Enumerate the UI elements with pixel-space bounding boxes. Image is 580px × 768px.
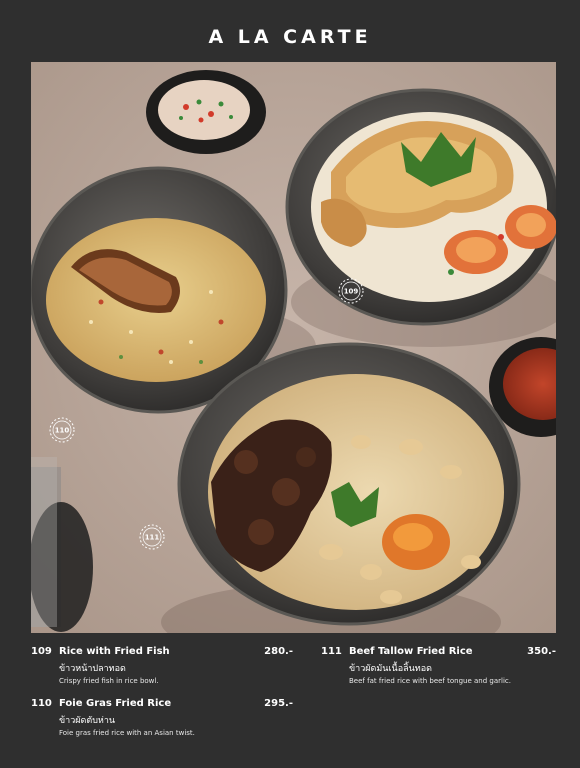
badge-111-label: 111 <box>145 534 160 542</box>
page-title: A LA CARTE <box>208 26 372 48</box>
item-number: 110 <box>31 698 52 709</box>
menu-item-111: 111 Beef Tallow Fried Rice 350.- ข้าวผัด… <box>321 646 556 694</box>
item-description: Foie gras fried rice with an Asian twist… <box>59 729 195 737</box>
item-name: Rice with Fried Fish <box>59 646 170 657</box>
item-description: Crispy fried fish in rice bowl. <box>59 677 159 685</box>
badge-110-label: 110 <box>55 427 70 435</box>
menu-item-109: 109 Rice with Fried Fish 280.- ข้าวหน้าป… <box>31 646 293 694</box>
item-number: 109 <box>31 646 52 657</box>
menu-item-110: 110 Foie Gras Fried Rice 295.- ข้าวผัดตั… <box>31 698 293 746</box>
item-price: 280.- <box>264 646 293 657</box>
badge-109-label: 109 <box>344 288 359 296</box>
food-photo: 109 110 111 <box>31 62 556 633</box>
item-number: 111 <box>321 646 342 657</box>
item-description: Beef fat fried rice with beef tongue and… <box>349 677 511 685</box>
dip-bowl-1 <box>146 70 266 154</box>
bowl-rice-with-fried-fish <box>285 88 556 326</box>
item-thai-name: ข้าวหน้าปลาทอด <box>59 664 126 674</box>
item-price: 295.- <box>264 698 293 709</box>
item-name: Beef Tallow Fried Rice <box>349 646 473 657</box>
item-name: Foie Gras Fried Rice <box>59 698 172 709</box>
bowl-beef-tallow-fried-rice <box>177 342 521 626</box>
item-price: 350.- <box>527 646 556 657</box>
item-thai-name: ข้าวผัดมันเนื้อลิ้นทอด <box>349 664 432 674</box>
item-thai-name: ข้าวผัดตับห่าน <box>59 716 116 726</box>
food-photo-illustration: 109 110 111 <box>31 62 556 633</box>
